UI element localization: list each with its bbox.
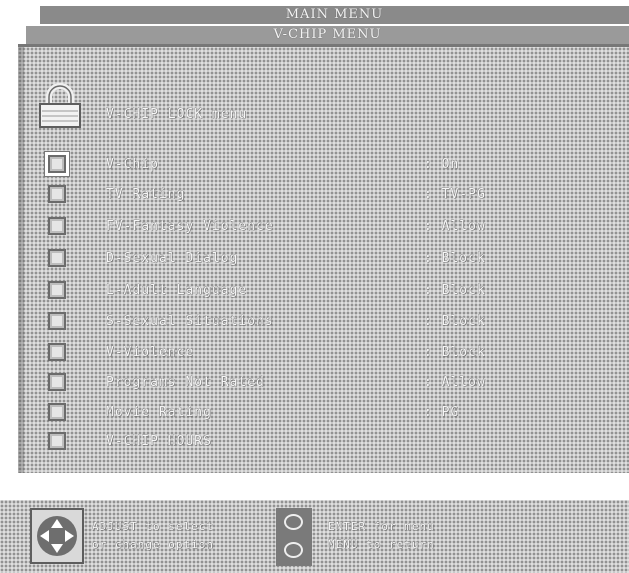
item-label: D-Sexual Dialog — [106, 251, 239, 266]
enter-button-icon — [284, 514, 303, 530]
v-chip-menu-title: V-CHIP MENU — [273, 27, 382, 42]
menu-item-movie-rating[interactable]: Movie Rating : PG — [18, 401, 629, 427]
menu-help: MENU to return — [328, 538, 435, 551]
help-bar: ADJUST to select or change option ENTER … — [0, 500, 629, 573]
item-value: : Block — [424, 345, 486, 360]
menu-item-sexual-dialog[interactable]: D-Sexual Dialog : Block — [18, 247, 629, 273]
checkbox-icon[interactable] — [48, 343, 66, 361]
checkbox-icon[interactable] — [48, 312, 66, 330]
menu-item-fantasy-violence[interactable]: FV-Fantasy Violence : Allow — [18, 215, 629, 241]
menu-item-tv-rating[interactable]: TV Rating : TV-PG — [18, 183, 629, 209]
dpad-arrows-icon — [37, 516, 77, 556]
item-value: : Block — [424, 251, 486, 266]
item-label: V-CHIP HOURS — [106, 434, 212, 449]
checkbox-icon[interactable] — [48, 249, 66, 267]
item-label: FV-Fantasy Violence — [106, 219, 274, 234]
item-value: : Block — [424, 314, 486, 329]
adjust-help-line2: or change option — [92, 538, 214, 551]
checkbox-icon[interactable] — [48, 403, 66, 421]
menu-button-icon — [284, 542, 303, 558]
v-chip-menu-panel: V-CHIP LOCK menu V-Chip : On TV Rating :… — [18, 44, 629, 473]
item-value: : PG — [424, 405, 460, 420]
enter-menu-buttons-icon — [276, 508, 312, 566]
item-value: : TV-PG — [424, 187, 486, 202]
menu-item-adult-language[interactable]: L-Adult Language : Block — [18, 279, 629, 305]
checkbox-icon[interactable] — [48, 217, 66, 235]
tab-v-chip-menu[interactable]: V-CHIP MENU — [26, 26, 629, 44]
checkbox-icon[interactable] — [48, 155, 66, 173]
item-value: : Allow — [424, 375, 486, 390]
item-value: : On — [424, 157, 460, 172]
item-label: TV Rating — [106, 187, 186, 202]
menu-item-sexual-situations[interactable]: S-Sexual Situations : Block — [18, 310, 629, 336]
checkbox-icon[interactable] — [48, 185, 66, 203]
checkbox-icon[interactable] — [48, 432, 66, 450]
v-chip-lock-menu-label: V-CHIP LOCK menu — [106, 107, 248, 122]
adjust-help-line1: ADJUST to select — [92, 520, 214, 533]
item-label: L-Adult Language — [106, 283, 248, 298]
directional-pad-icon — [30, 508, 84, 564]
item-label: S-Sexual Situations — [106, 314, 274, 329]
menu-item-v-chip-hours[interactable]: V-CHIP HOURS — [18, 430, 629, 456]
item-label: V-Violence — [106, 345, 195, 360]
menu-item-violence[interactable]: V-Violence : Block — [18, 341, 629, 367]
item-label: V-Chip — [106, 157, 159, 172]
enter-help: ENTER for menu — [328, 520, 435, 533]
checkbox-icon[interactable] — [48, 281, 66, 299]
padlock-icon — [39, 83, 81, 128]
item-label: Programs Not Rated — [106, 375, 265, 390]
item-value: : Block — [424, 283, 486, 298]
item-label: Movie Rating — [106, 405, 212, 420]
item-value: : Allow — [424, 219, 486, 234]
menu-item-programs-not-rated[interactable]: Programs Not Rated : Allow — [18, 371, 629, 397]
checkbox-icon[interactable] — [48, 373, 66, 391]
main-menu-title: MAIN MENU — [285, 7, 384, 22]
menu-item-v-chip[interactable]: V-Chip : On — [18, 153, 629, 179]
tab-main-menu[interactable]: MAIN MENU — [40, 6, 629, 24]
